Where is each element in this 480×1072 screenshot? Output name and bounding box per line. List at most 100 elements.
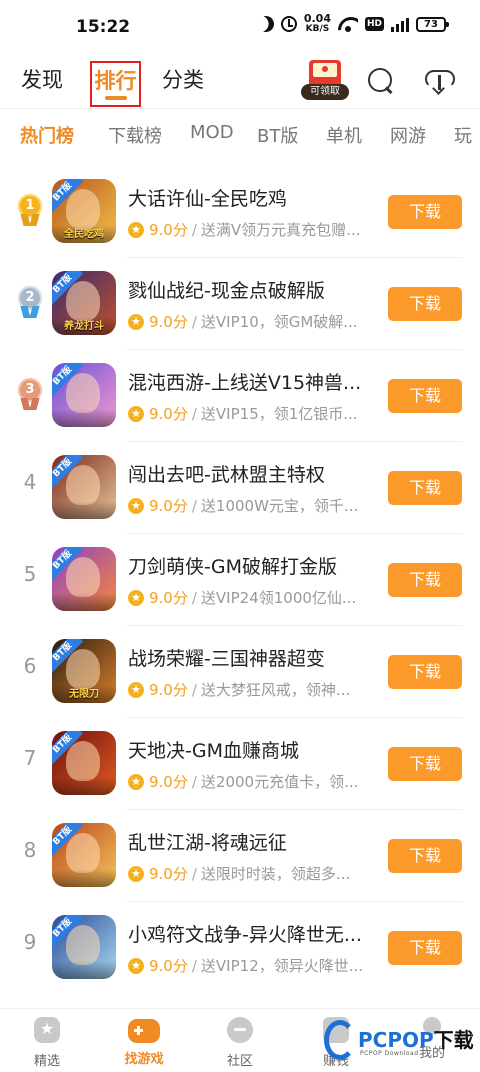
separator: / xyxy=(191,220,197,239)
game-meta: ★ 9.0分 / 送2000元充值卡，领... xyxy=(128,771,368,792)
download-button[interactable]: 下载 xyxy=(388,839,462,873)
watermark-brand: PCPOP下载 xyxy=(358,1028,474,1052)
tab-ranking[interactable]: 排行 xyxy=(90,61,141,107)
game-description: 送大梦狂风戒，领神... xyxy=(200,681,351,699)
game-score: 9.0分 xyxy=(149,497,188,515)
ranking-subtabs: 热门榜 下载榜 MOD BT版 单机 网游 玩 xyxy=(0,118,480,152)
separator: / xyxy=(191,956,197,975)
rank-number: 9 xyxy=(23,930,37,954)
game-icon-caption: 养龙打斗 xyxy=(64,321,104,332)
search-icon[interactable] xyxy=(366,66,394,94)
game-score: 9.0分 xyxy=(149,957,188,975)
game-title[interactable]: 小鸡符文战争-异火降世无... xyxy=(128,920,368,947)
do-not-disturb-icon xyxy=(256,14,277,35)
separator: / xyxy=(191,404,197,423)
game-row[interactable]: 3 BT版 混沌西游-上线送V15神兽... ★ 9.0分 / 送VIP15，领… xyxy=(0,350,480,442)
gift-button[interactable]: 可领取 xyxy=(300,58,350,102)
star-icon: ★ xyxy=(128,681,144,698)
status-icons: 0.04 KB/S HD 73 xyxy=(256,13,449,35)
subtab-play[interactable]: 玩 xyxy=(454,122,472,148)
game-icon[interactable]: BT版 xyxy=(52,547,116,611)
star-icon: ★ xyxy=(128,957,144,974)
active-tab-indicator xyxy=(105,96,127,100)
star-icon: ★ xyxy=(128,773,144,790)
subtab-mod[interactable]: MOD xyxy=(190,122,234,143)
star-icon xyxy=(34,1017,60,1043)
rank-number: 5 xyxy=(23,562,37,586)
bottom-tab-find-games[interactable]: 找游戏 xyxy=(109,1017,179,1067)
download-button[interactable]: 下载 xyxy=(388,287,462,321)
game-icon[interactable]: BT版 xyxy=(52,823,116,887)
bottom-tab-featured[interactable]: 精选 xyxy=(12,1017,82,1069)
subtab-online[interactable]: 网游 xyxy=(390,122,426,148)
game-meta: ★ 9.0分 / 送1000W元宝，领千... xyxy=(128,495,368,516)
game-row[interactable]: 4 BT版 闯出去吧-武林盟主特权 ★ 9.0分 / 送1000W元宝，领千..… xyxy=(0,442,480,534)
bottom-tab-label: 找游戏 xyxy=(124,1052,164,1067)
game-score: 9.0分 xyxy=(149,865,188,883)
game-icon[interactable]: BT版 养龙打斗 xyxy=(52,271,116,335)
download-button[interactable]: 下载 xyxy=(388,931,462,965)
alarm-icon xyxy=(280,16,297,32)
game-title[interactable]: 戮仙战纪-现金点破解版 xyxy=(128,276,368,303)
rank-medal-icon: 3 xyxy=(17,378,43,412)
game-score: 9.0分 xyxy=(149,773,188,791)
cloud-download-icon[interactable] xyxy=(425,66,455,94)
game-meta: ★ 9.0分 / 送满V领万元真充包赠... xyxy=(128,219,368,240)
game-title[interactable]: 乱世江湖-将魂远征 xyxy=(128,828,368,855)
game-meta: ★ 9.0分 / 送限时时装，领超多... xyxy=(128,863,368,884)
tab-ranking-label: 排行 xyxy=(94,69,137,93)
star-icon: ★ xyxy=(128,497,144,514)
download-button[interactable]: 下载 xyxy=(388,195,462,229)
tab-category[interactable]: 分类 xyxy=(162,64,204,94)
rank-number: 4 xyxy=(23,470,37,494)
star-icon: ★ xyxy=(128,221,144,238)
download-button[interactable]: 下载 xyxy=(388,379,462,413)
game-row[interactable]: 1 BT版 全民吃鸡 大话许仙-全民吃鸡 ★ 9.0分 / 送满V领万元真充包赠… xyxy=(0,166,480,258)
download-button[interactable]: 下载 xyxy=(388,471,462,505)
bottom-tab-community[interactable]: 社区 xyxy=(205,1017,275,1069)
separator: / xyxy=(191,312,197,331)
subtab-hot[interactable]: 热门榜 xyxy=(20,122,74,148)
game-row[interactable]: 8 BT版 乱世江湖-将魂远征 ★ 9.0分 / 送限时时装，领超多... 下载 xyxy=(0,810,480,902)
game-icon[interactable]: BT版 xyxy=(52,363,116,427)
game-title[interactable]: 刀剑萌侠-GM破解打金版 xyxy=(128,552,368,579)
game-icon[interactable]: BT版 无限刀 xyxy=(52,639,116,703)
game-description: 送2000元充值卡，领... xyxy=(200,773,359,791)
separator: / xyxy=(191,864,197,883)
game-description: 送VIP10，领GM破解... xyxy=(200,313,358,331)
subtab-single[interactable]: 单机 xyxy=(326,122,362,148)
game-description: 送限时时装，领超多... xyxy=(200,865,351,883)
network-speed: 0.04 KB/S xyxy=(304,13,331,34)
download-button[interactable]: 下载 xyxy=(388,655,462,689)
game-icon[interactable]: BT版 xyxy=(52,915,116,979)
game-description: 送1000W元宝，领千... xyxy=(200,497,359,515)
separator: / xyxy=(191,496,197,515)
game-row[interactable]: 6 BT版 无限刀 战场荣耀-三国神器超变 ★ 9.0分 / 送大梦狂风戒，领神… xyxy=(0,626,480,718)
subtab-download[interactable]: 下载榜 xyxy=(108,122,162,148)
subtab-bt[interactable]: BT版 xyxy=(257,122,298,148)
gift-label: 可领取 xyxy=(301,84,349,100)
game-icon[interactable]: BT版 xyxy=(52,455,116,519)
rank-medal-icon: 2 xyxy=(17,286,43,320)
status-time: 15:22 xyxy=(76,17,131,37)
game-row[interactable]: 5 BT版 刀剑萌侠-GM破解打金版 ★ 9.0分 / 送VIP24领1000亿… xyxy=(0,534,480,626)
game-row[interactable]: 9 BT版 小鸡符文战争-异火降世无... ★ 9.0分 / 送VIP12，领异… xyxy=(0,902,480,994)
game-title[interactable]: 战场荣耀-三国神器超变 xyxy=(128,644,368,671)
game-row[interactable]: 7 BT版 天地决-GM血赚商城 ★ 9.0分 / 送2000元充值卡，领...… xyxy=(0,718,480,810)
game-description: 送VIP12，领异火降世... xyxy=(200,957,364,975)
game-title[interactable]: 混沌西游-上线送V15神兽... xyxy=(128,368,368,395)
bottom-tab-label: 精选 xyxy=(33,1054,60,1069)
star-icon: ★ xyxy=(128,865,144,882)
game-row[interactable]: 2 BT版 养龙打斗 戮仙战纪-现金点破解版 ★ 9.0分 / 送VIP10，领… xyxy=(0,258,480,350)
game-icon[interactable]: BT版 xyxy=(52,731,116,795)
wifi-icon xyxy=(338,17,358,32)
download-button[interactable]: 下载 xyxy=(388,563,462,597)
game-score: 9.0分 xyxy=(149,221,188,239)
game-meta: ★ 9.0分 / 送大梦狂风戒，领神... xyxy=(128,679,368,700)
download-button[interactable]: 下载 xyxy=(388,747,462,781)
game-title[interactable]: 闯出去吧-武林盟主特权 xyxy=(128,460,368,487)
game-icon[interactable]: BT版 全民吃鸡 xyxy=(52,179,116,243)
game-title[interactable]: 大话许仙-全民吃鸡 xyxy=(128,184,368,211)
game-title[interactable]: 天地决-GM血赚商城 xyxy=(128,736,368,763)
tab-discover[interactable]: 发现 xyxy=(21,64,63,94)
